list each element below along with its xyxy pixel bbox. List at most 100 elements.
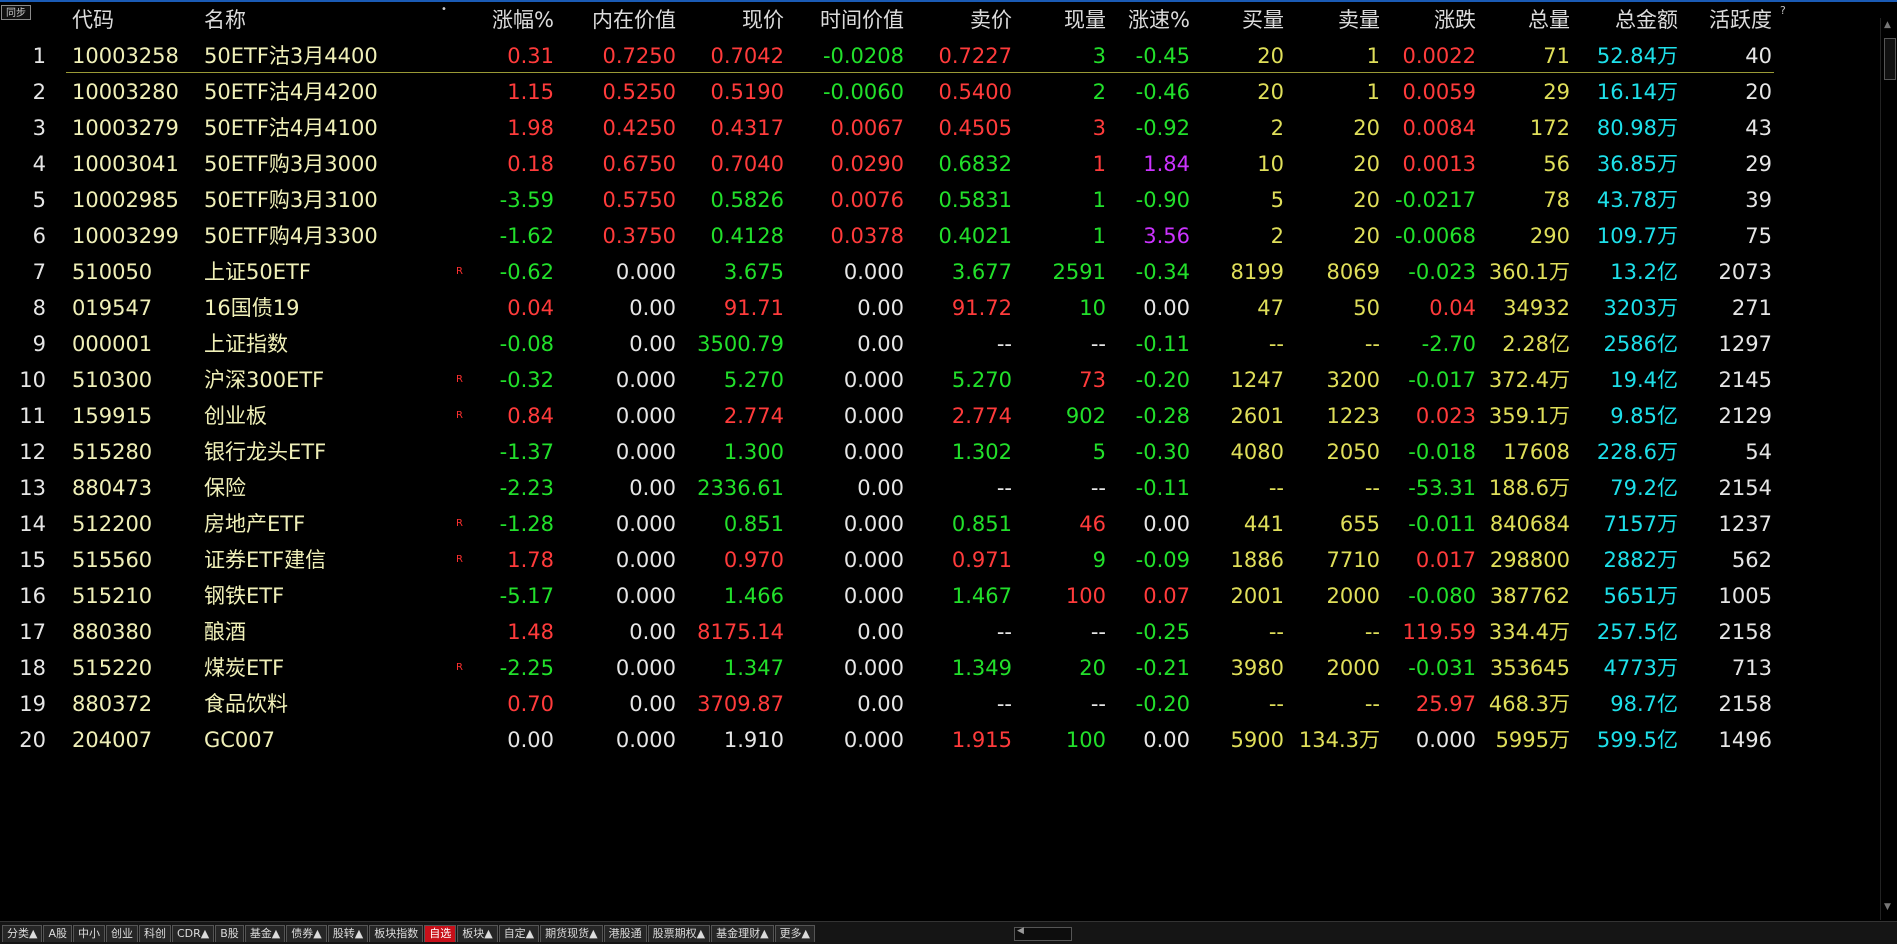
- tab-9[interactable]: 股转▲: [327, 925, 369, 942]
- table-row[interactable]: 15 515560 证券ETF建信 1.78 0.000 0.970 0.000 0.971 9…: [0, 542, 1880, 578]
- cell-intrinsic: 0.000: [615, 728, 676, 752]
- left-arrow-icon[interactable]: ◀: [1017, 926, 1024, 936]
- tab-15[interactable]: 港股通: [603, 925, 647, 942]
- cell-vol: 20: [1079, 656, 1106, 680]
- tab-7[interactable]: 基金▲: [244, 925, 286, 942]
- cell-speed: 0.00: [1143, 728, 1190, 752]
- cell-total: 372.4万: [1488, 368, 1570, 392]
- header-pct[interactable]: 涨幅%: [454, 2, 554, 38]
- vertical-scrollbar[interactable]: ▲ ▼: [1880, 18, 1897, 920]
- header-activity[interactable]: 活跃度: [1678, 2, 1772, 38]
- cell-timeval: 0.0076: [830, 188, 904, 212]
- table-row[interactable]: 17 880380 酿酒 1.48 0.00 8175.14 0.00 -- -- -0.25 --…: [0, 614, 1880, 650]
- cell-code: 10003280: [72, 80, 179, 104]
- header-price[interactable]: 现价: [676, 2, 784, 38]
- header-speed[interactable]: 涨速%: [1106, 2, 1190, 38]
- table-row[interactable]: 12 515280 银行龙头ETF -1.37 0.000 1.300 0.000 1.302…: [0, 434, 1880, 470]
- header-name[interactable]: 名称: [204, 2, 404, 38]
- header-total[interactable]: 总量: [1476, 2, 1570, 38]
- tab-13[interactable]: 自定▲: [498, 925, 540, 942]
- header-change[interactable]: 涨跌: [1380, 2, 1476, 38]
- cell-price: 1.910: [723, 728, 784, 752]
- cell-activity: 562: [1731, 548, 1772, 572]
- cell-activity: 271: [1731, 296, 1772, 320]
- tab-6[interactable]: B股: [215, 925, 244, 942]
- cell-name: 50ETF购3月3100: [204, 188, 378, 212]
- cell-intrinsic: 0.7250: [602, 44, 676, 68]
- cell-ask: 3.677: [951, 260, 1012, 284]
- cell-price: 3500.79: [697, 332, 784, 356]
- cell-vol: 1: [1092, 224, 1106, 248]
- table-row[interactable]: 20 204007 GC007 0.00 0.000 1.910 0.000 1.915 100…: [0, 722, 1880, 758]
- header-index: [0, 2, 46, 38]
- cell-change: -0.0068: [1394, 224, 1476, 248]
- tab-0[interactable]: 分类▲: [2, 925, 43, 942]
- cell-pct: -0.62: [499, 260, 554, 284]
- cell-name: 50ETF沽4月4200: [204, 80, 378, 104]
- cell-intrinsic: 0.00: [629, 692, 676, 716]
- table-row[interactable]: 7 510050 上证50ETF -0.62 0.000 3.675 0.000 3.677 2…: [0, 254, 1880, 290]
- header-bidvol[interactable]: 买量: [1190, 2, 1284, 38]
- header-timeval[interactable]: 时间价值: [784, 2, 904, 38]
- table-row[interactable]: 5 10002985 50ETF购3月3100 -3.59 0.5750 0.5826 0.…: [0, 182, 1880, 218]
- tab-16[interactable]: 股票期权▲: [647, 925, 711, 942]
- cell-total: 2.28亿: [1502, 332, 1570, 356]
- table-row[interactable]: 3 10003279 50ETF沽4月4100 1.98 0.4250 0.4317 0.0…: [0, 110, 1880, 146]
- cell-idx: 20: [19, 728, 46, 752]
- header-code[interactable]: 代码: [72, 2, 192, 38]
- down-arrow-icon[interactable]: ▼: [1884, 902, 1891, 912]
- cell-speed: -0.28: [1135, 404, 1190, 428]
- header-amount[interactable]: 总金额: [1570, 2, 1678, 38]
- table-row[interactable]: 4 10003041 50ETF购3月3000 0.18 0.6750 0.7040 0.0…: [0, 146, 1880, 182]
- cell-price: 5.270: [723, 368, 784, 392]
- tab-17[interactable]: 基金理财▲: [711, 925, 774, 942]
- cell-activity: 2154: [1718, 476, 1772, 500]
- cell-timeval: 0.000: [843, 548, 904, 572]
- table-row[interactable]: 1 10003258 50ETF沽3月4400 0.31 0.7250 0.7042 -0.…: [0, 38, 1880, 74]
- cell-code: 000001: [72, 332, 153, 356]
- tab-2[interactable]: 中小: [73, 925, 105, 942]
- cell-change: -0.011: [1408, 512, 1476, 536]
- cell-timeval: 0.000: [843, 260, 904, 284]
- cell-bidvol: --: [1268, 692, 1284, 716]
- header-ask[interactable]: 卖价: [904, 2, 1012, 38]
- tab-8[interactable]: 债券▲: [286, 925, 327, 942]
- cell-amount: 36.85万: [1596, 152, 1678, 176]
- table-row[interactable]: 18 515220 煤炭ETF -2.25 0.000 1.347 0.000 1.349 20…: [0, 650, 1880, 686]
- table-row[interactable]: 6 10003299 50ETF购4月3300 -1.62 0.3750 0.4128 0.…: [0, 218, 1880, 254]
- header-askvol[interactable]: 卖量: [1284, 2, 1380, 38]
- cell-total: 360.1万: [1488, 260, 1570, 284]
- cell-price: 1.347: [723, 656, 784, 680]
- up-arrow-icon[interactable]: ▲: [1884, 20, 1891, 30]
- table-row[interactable]: 8 019547 16国债19 0.04 0.00 91.71 0.00 91.72 10 0.0…: [0, 290, 1880, 326]
- table-row[interactable]: 16 515210 钢铁ETF -5.17 0.000 1.466 0.000 1.467 10…: [0, 578, 1880, 614]
- tab-11[interactable]: 自选: [424, 925, 457, 942]
- cell-change: 0.023: [1415, 404, 1476, 428]
- header-vol[interactable]: 现量: [1012, 2, 1106, 38]
- cell-price: 0.5190: [710, 80, 784, 104]
- cell-idx: 9: [32, 332, 46, 356]
- tab-18[interactable]: 更多▲: [774, 925, 816, 942]
- table-row[interactable]: 13 880473 保险 -2.23 0.00 2336.61 0.00 -- -- -0.11 -…: [0, 470, 1880, 506]
- table-row[interactable]: 11 159915 创业板 0.84 0.000 2.774 0.000 2.774 902 -0…: [0, 398, 1880, 434]
- tab-14[interactable]: 期货现货▲: [540, 925, 603, 942]
- table-row[interactable]: 9 000001 上证指数 -0.08 0.00 3500.79 0.00 -- -- -0.11…: [0, 326, 1880, 362]
- table-row[interactable]: 2 10003280 50ETF沽4月4200 1.15 0.5250 0.5190 -0.…: [0, 74, 1880, 110]
- horizontal-scrollbar[interactable]: ◀: [1014, 926, 1072, 941]
- header-intrinsic[interactable]: 内在价值: [554, 2, 676, 38]
- cell-speed: -0.21: [1135, 656, 1190, 680]
- tab-4[interactable]: 科创: [139, 925, 171, 942]
- cell-timeval: 0.0067: [830, 116, 904, 140]
- tab-12[interactable]: 板块▲: [457, 925, 498, 942]
- category-tabs: 分类▲ A股 中小 创业 科创 CDR▲ B股 基金▲ 债券▲ 股转▲ 板块指数 自选 板块▲ 自定▲ 期货…: [2, 925, 816, 942]
- cell-vol: 46: [1079, 512, 1106, 536]
- table-row[interactable]: 10 510300 沪深300ETF -0.32 0.000 5.270 0.000 5.27…: [0, 362, 1880, 398]
- tab-10[interactable]: 板块指数: [369, 925, 424, 942]
- scroll-thumb[interactable]: [1884, 38, 1896, 80]
- tab-5[interactable]: CDR▲: [172, 925, 215, 942]
- margin-flag-icon: R: [456, 266, 463, 277]
- table-row[interactable]: 14 512200 房地产ETF -1.28 0.000 0.851 0.000 0.851 4…: [0, 506, 1880, 542]
- tab-3[interactable]: 创业: [106, 925, 138, 942]
- tab-1[interactable]: A股: [43, 925, 72, 942]
- table-row[interactable]: 19 880372 食品饮料 0.70 0.00 3709.87 0.00 -- -- -0.20…: [0, 686, 1880, 722]
